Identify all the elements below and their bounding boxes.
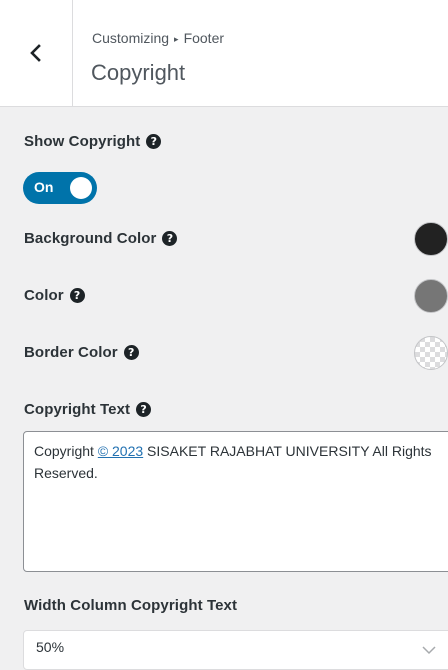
border-color-swatch[interactable]	[414, 336, 448, 370]
width-column-selected: 50%	[36, 639, 65, 655]
question-circle-icon[interactable]: ?	[123, 345, 139, 360]
breadcrumb-section: Footer	[183, 30, 225, 46]
color-label: Color?	[24, 287, 85, 304]
border-color-label-text: Border Color	[24, 344, 118, 361]
width-column-select[interactable]: 50%	[23, 630, 448, 670]
back-button[interactable]	[0, 0, 73, 106]
width-column-label: Width Column Copyright Text	[24, 597, 237, 614]
show-copyright-label-text: Show Copyright	[24, 133, 141, 150]
copyright-prefix: Copyright	[34, 443, 94, 459]
border-color-label: Border Color?	[24, 344, 139, 361]
breadcrumb-separator: ▸	[174, 34, 179, 44]
breadcrumb-root: Customizing	[92, 30, 170, 46]
question-circle-icon[interactable]: ?	[136, 402, 152, 417]
toggle-knob	[70, 177, 92, 199]
color-label-text: Color	[24, 287, 64, 304]
breadcrumb: Customizing ▸ Footer	[92, 30, 224, 46]
show-copyright-label: Show Copyright?	[24, 133, 162, 150]
question-circle-icon[interactable]: ?	[69, 288, 85, 303]
toggle-state-text: On	[34, 179, 54, 195]
copyright-suffix: SISAKET RAJABHAT UNIVERSITY All Rights R…	[34, 443, 432, 481]
width-column-label-text: Width Column Copyright Text	[24, 597, 238, 614]
copyright-year-link[interactable]: © 2023	[98, 443, 143, 459]
background-color-swatch[interactable]	[414, 222, 448, 256]
background-color-label-text: Background Color	[24, 230, 157, 247]
question-circle-icon[interactable]: ?	[146, 134, 162, 149]
chevron-down-icon	[422, 646, 436, 655]
panel-header: Customizing ▸ Footer Copyright	[0, 0, 448, 107]
copyright-text-label-text: Copyright Text	[24, 401, 131, 418]
chevron-left-icon	[30, 44, 41, 62]
question-circle-icon[interactable]: ?	[162, 231, 178, 246]
background-color-label: Background Color?	[24, 230, 178, 247]
page-title: Copyright	[91, 60, 186, 85]
color-swatch[interactable]	[414, 279, 448, 313]
copyright-text-field[interactable]: Copyright © 2023 SISAKET RAJABHAT UNIVER…	[23, 431, 448, 572]
copyright-text-label: Copyright Text?	[24, 401, 152, 418]
show-copyright-toggle[interactable]: On	[23, 172, 97, 204]
